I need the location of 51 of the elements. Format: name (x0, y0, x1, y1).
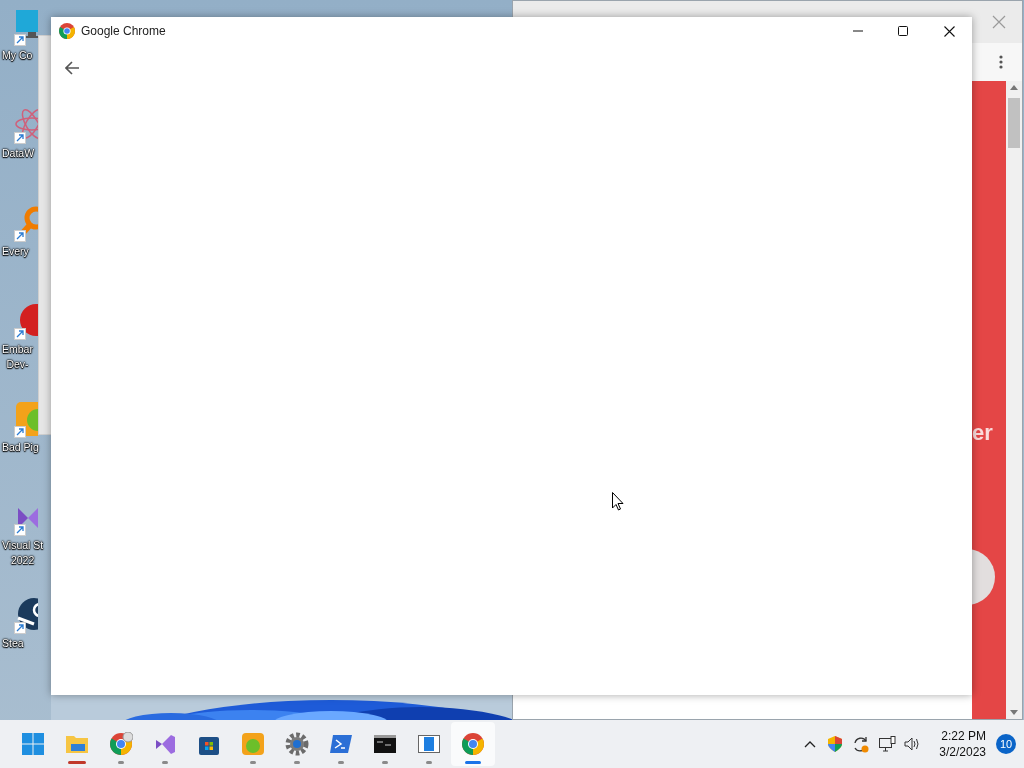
clock[interactable]: 2:22 PM 3/2/2023 (939, 728, 986, 760)
studio-logo-icon (153, 732, 177, 756)
notification-badge[interactable]: 10 (996, 734, 1016, 754)
running-indicator (68, 761, 86, 764)
running-indicator (118, 761, 124, 764)
running-indicator (294, 761, 300, 764)
date-text: 3/2/2023 (939, 744, 986, 760)
back-icon[interactable] (65, 61, 80, 75)
scroll-up-icon[interactable] (1010, 85, 1018, 90)
pig-icon (241, 732, 265, 756)
banner-text: er (972, 419, 993, 447)
window-title: Google Chrome (81, 23, 166, 40)
icon-label: Every (2, 244, 29, 259)
monitor-icon[interactable] (14, 10, 38, 46)
chrome-logo-icon (59, 23, 75, 39)
running-indicator (465, 761, 481, 764)
app-logo-icon[interactable] (14, 304, 38, 340)
steam-logo-icon[interactable] (14, 598, 38, 634)
sync-icon[interactable] (852, 735, 870, 753)
scroll-thumb[interactable] (1008, 98, 1020, 148)
window-icon (417, 732, 441, 756)
shell-icon (329, 732, 353, 756)
chrome-logo-icon (461, 732, 485, 756)
settings-icon (285, 732, 309, 756)
running-indicator (250, 761, 256, 764)
icon-label: My Co (2, 48, 33, 63)
icon-label: Bad Pig (2, 440, 39, 455)
network-icon[interactable] (879, 736, 897, 752)
shield-icon[interactable] (828, 736, 843, 752)
chevron-up-icon[interactable] (804, 740, 817, 748)
icon-label: Stea (2, 636, 24, 651)
close-icon[interactable] (944, 25, 955, 37)
start-icon (21, 732, 45, 756)
more-icon[interactable] (999, 55, 1003, 69)
icon-label: Visual St 2022 (2, 538, 44, 568)
running-indicator (162, 761, 168, 764)
volume-icon[interactable] (904, 737, 922, 751)
scrollbar[interactable] (1006, 81, 1022, 719)
chrome-logo-icon (109, 732, 133, 756)
running-indicator (426, 761, 432, 764)
maximize-icon[interactable] (898, 26, 908, 36)
time-text: 2:22 PM (941, 728, 986, 744)
icon-label: Embar Dev- (2, 342, 33, 372)
cursor-icon (612, 492, 624, 511)
pig-icon[interactable] (14, 402, 38, 438)
running-indicator (338, 761, 344, 764)
atom-icon[interactable] (14, 108, 38, 144)
scroll-down-icon[interactable] (1010, 710, 1018, 715)
icon-label: DataW (2, 146, 35, 161)
terminal-icon (373, 732, 397, 756)
running-indicator (382, 761, 388, 764)
